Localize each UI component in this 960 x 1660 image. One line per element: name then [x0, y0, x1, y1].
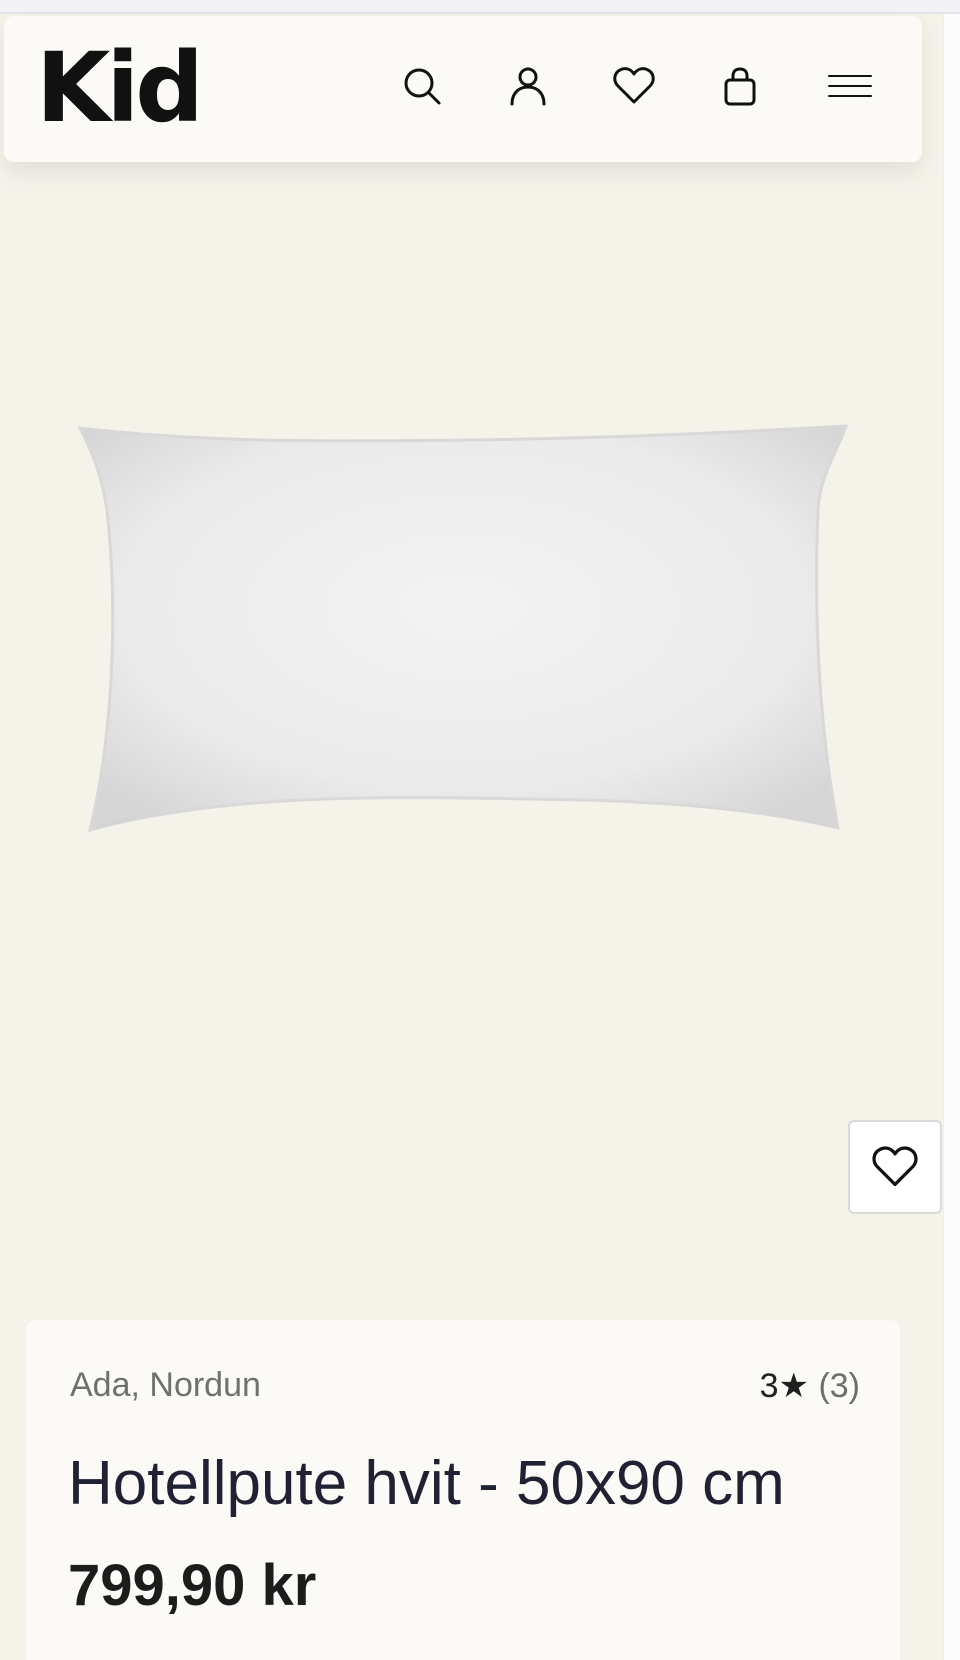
logo[interactable]: Kid [36, 40, 204, 136]
pillow-illustration [77, 424, 849, 833]
page: Kid Ada, Nordun 3★ (3) Hotellpute hvit -… [0, 0, 960, 1660]
rating-value: 3 [759, 1367, 779, 1405]
rating-count: (3) [818, 1367, 860, 1405]
site-header: Kid [4, 16, 922, 162]
heart-icon [872, 1146, 918, 1187]
add-to-wishlist-button[interactable] [848, 1120, 942, 1214]
product-brand[interactable]: Ada, Nordun [70, 1366, 261, 1405]
star-icon: ★ [778, 1367, 809, 1405]
cart-button[interactable] [712, 58, 768, 114]
user-icon [510, 67, 546, 106]
wishlist-button[interactable] [606, 58, 662, 114]
heart-icon [613, 67, 655, 104]
product-info-card: Ada, Nordun 3★ (3) Hotellpute hvit - 50x… [26, 1320, 900, 1660]
hamburger-menu-icon [828, 75, 872, 97]
search-button[interactable] [394, 58, 450, 114]
account-button[interactable] [500, 58, 556, 114]
scrollbar-gutter[interactable] [943, 14, 960, 1660]
menu-button[interactable] [822, 58, 878, 114]
product-rating[interactable]: 3★ (3) [760, 1366, 860, 1406]
search-icon [404, 68, 441, 105]
product-title: Hotellpute hvit - 50x90 cm [68, 1449, 785, 1518]
product-price: 799,90 kr [68, 1553, 317, 1618]
product-image[interactable] [0, 360, 943, 920]
browser-top-strip [0, 0, 960, 14]
shopping-bag-icon [724, 67, 756, 106]
